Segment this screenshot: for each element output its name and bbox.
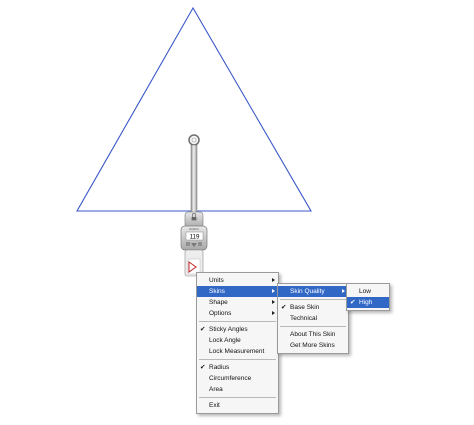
context-menu-item-exit[interactable]: Exit: [197, 400, 278, 411]
menu-item-label: Technical: [290, 315, 318, 322]
menu-item-label: Skins: [209, 288, 225, 295]
menu-item-label: Get More Skins: [290, 342, 335, 349]
context-menu-item-skins[interactable]: Skins: [197, 286, 278, 297]
submenu-arrow-icon: [342, 289, 345, 293]
menu-item-label: Lock Angle: [209, 337, 241, 344]
tool-button-left[interactable]: [186, 242, 190, 246]
menu-item-label: Base Skin: [290, 304, 320, 311]
menu-item-label: Shape: [209, 299, 228, 306]
skins-submenu[interactable]: Skin Quality ✔ Base Skin Technical About Thi…: [277, 283, 349, 354]
tool-arm[interactable]: [190, 144, 198, 214]
submenu-arrow-icon: [272, 289, 275, 293]
check-icon: ✔: [200, 364, 206, 371]
menu-item-label: Units: [209, 277, 224, 284]
menu-item-label: Options: [209, 310, 232, 317]
menu-item-label: Lock Measurement: [209, 348, 265, 355]
skin-quality-submenu[interactable]: Low ✔ High: [346, 283, 390, 311]
radius-measure-tool[interactable]: RADIUS 119: [180, 134, 208, 277]
rotation-handle-center: [191, 137, 197, 143]
context-menu-item-radius[interactable]: ✔ Radius: [197, 362, 278, 373]
menu-item-label: High: [359, 299, 373, 306]
quality-menu-item-low[interactable]: Low: [347, 286, 389, 297]
skins-menu-item-technical[interactable]: Technical: [278, 313, 348, 324]
tool-button-right[interactable]: [198, 242, 202, 246]
menu-separator: [199, 397, 276, 398]
context-menu-item-options[interactable]: Options: [197, 308, 278, 319]
menu-separator: [280, 299, 346, 300]
context-menu-item-area[interactable]: Area: [197, 384, 278, 395]
skins-menu-item-base-skin[interactable]: ✔ Base Skin: [278, 302, 348, 313]
menu-separator: [199, 321, 276, 322]
menu-item-label: Low: [359, 288, 371, 295]
context-menu-item-sticky-angles[interactable]: ✔ Sticky Angles: [197, 324, 278, 335]
menu-separator: [280, 326, 346, 327]
menu-item-label: Circumference: [209, 375, 252, 382]
tool-readout: 119: [190, 234, 200, 241]
menu-item-label: Area: [209, 386, 223, 393]
context-menu-item-shape[interactable]: Shape: [197, 297, 278, 308]
quality-menu-item-high[interactable]: ✔ High: [347, 297, 389, 308]
skins-menu-item-skin-quality[interactable]: Skin Quality: [278, 286, 348, 297]
context-menu-item-lock-angle[interactable]: Lock Angle: [197, 335, 278, 346]
context-menu[interactable]: Units Skins Shape Options ✔ Sticky Angles Lock…: [196, 272, 279, 414]
submenu-arrow-icon: [272, 311, 275, 315]
menu-item-label: Skin Quality: [290, 288, 325, 295]
submenu-arrow-icon: [272, 300, 275, 304]
menu-item-label: Sticky Angles: [209, 326, 248, 333]
context-menu-item-units[interactable]: Units: [197, 275, 278, 286]
skins-menu-item-get-more-skins[interactable]: Get More Skins: [278, 340, 348, 351]
context-menu-item-lock-measurement[interactable]: Lock Measurement: [197, 346, 278, 357]
check-icon: ✔: [200, 326, 206, 333]
menu-separator: [199, 359, 276, 360]
tool-small-label: RADIUS: [189, 227, 199, 231]
skins-menu-item-about-this-skin[interactable]: About This Skin: [278, 329, 348, 340]
check-icon: ✔: [281, 304, 287, 311]
menu-item-label: Radius: [209, 364, 230, 371]
context-menu-item-circumference[interactable]: Circumference: [197, 373, 278, 384]
submenu-arrow-icon: [272, 278, 275, 282]
menu-item-label: About This Skin: [290, 331, 336, 338]
lock-icon-body: [191, 217, 197, 221]
menu-item-label: Exit: [209, 402, 220, 409]
check-icon: ✔: [350, 299, 356, 306]
